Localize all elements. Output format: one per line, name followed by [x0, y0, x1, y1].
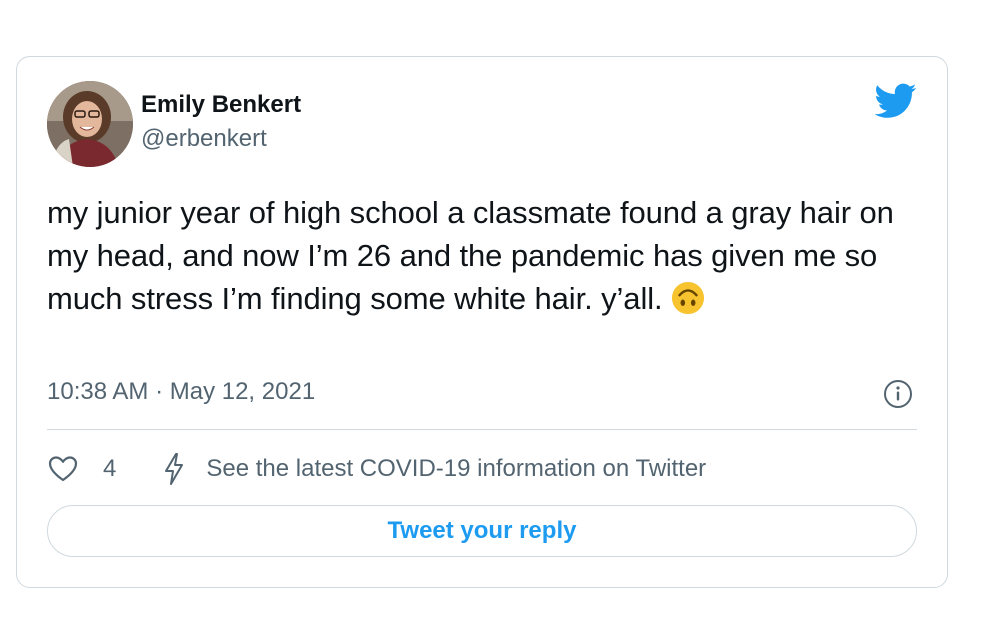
tweet-card: Emily Benkert @erbenkert my junior year …: [16, 56, 948, 588]
author-handle[interactable]: @erbenkert: [141, 125, 301, 153]
covid-info-text[interactable]: See the latest COVID-19 information on T…: [206, 455, 706, 483]
avatar[interactable]: [47, 81, 133, 167]
action-bar: 4 See the latest COVID-19 information on…: [47, 451, 706, 487]
heart-icon[interactable]: [47, 453, 79, 485]
covid-info-link[interactable]: See the latest COVID-19 information on T…: [160, 452, 706, 486]
author-block[interactable]: Emily Benkert @erbenkert: [141, 91, 301, 153]
reply-label: Tweet your reply: [387, 517, 577, 544]
avatar-image: [47, 81, 133, 167]
divider: [47, 429, 917, 430]
twitter-bird-icon[interactable]: [875, 83, 917, 119]
upside-down-face-emoji: [671, 281, 704, 315]
lightning-bolt-icon: [165, 453, 184, 485]
tweet-text: my junior year of high school a classmat…: [47, 191, 917, 320]
like-count: 4: [103, 455, 117, 482]
tweet-body: my junior year of high school a classmat…: [47, 195, 894, 316]
tweet-timestamp[interactable]: 10:38 AM · May 12, 2021: [47, 377, 315, 407]
info-icon[interactable]: [883, 379, 913, 409]
like-button[interactable]: 4: [47, 453, 116, 485]
tweet-reply-button[interactable]: Tweet your reply: [47, 505, 917, 557]
author-name[interactable]: Emily Benkert: [141, 91, 301, 119]
